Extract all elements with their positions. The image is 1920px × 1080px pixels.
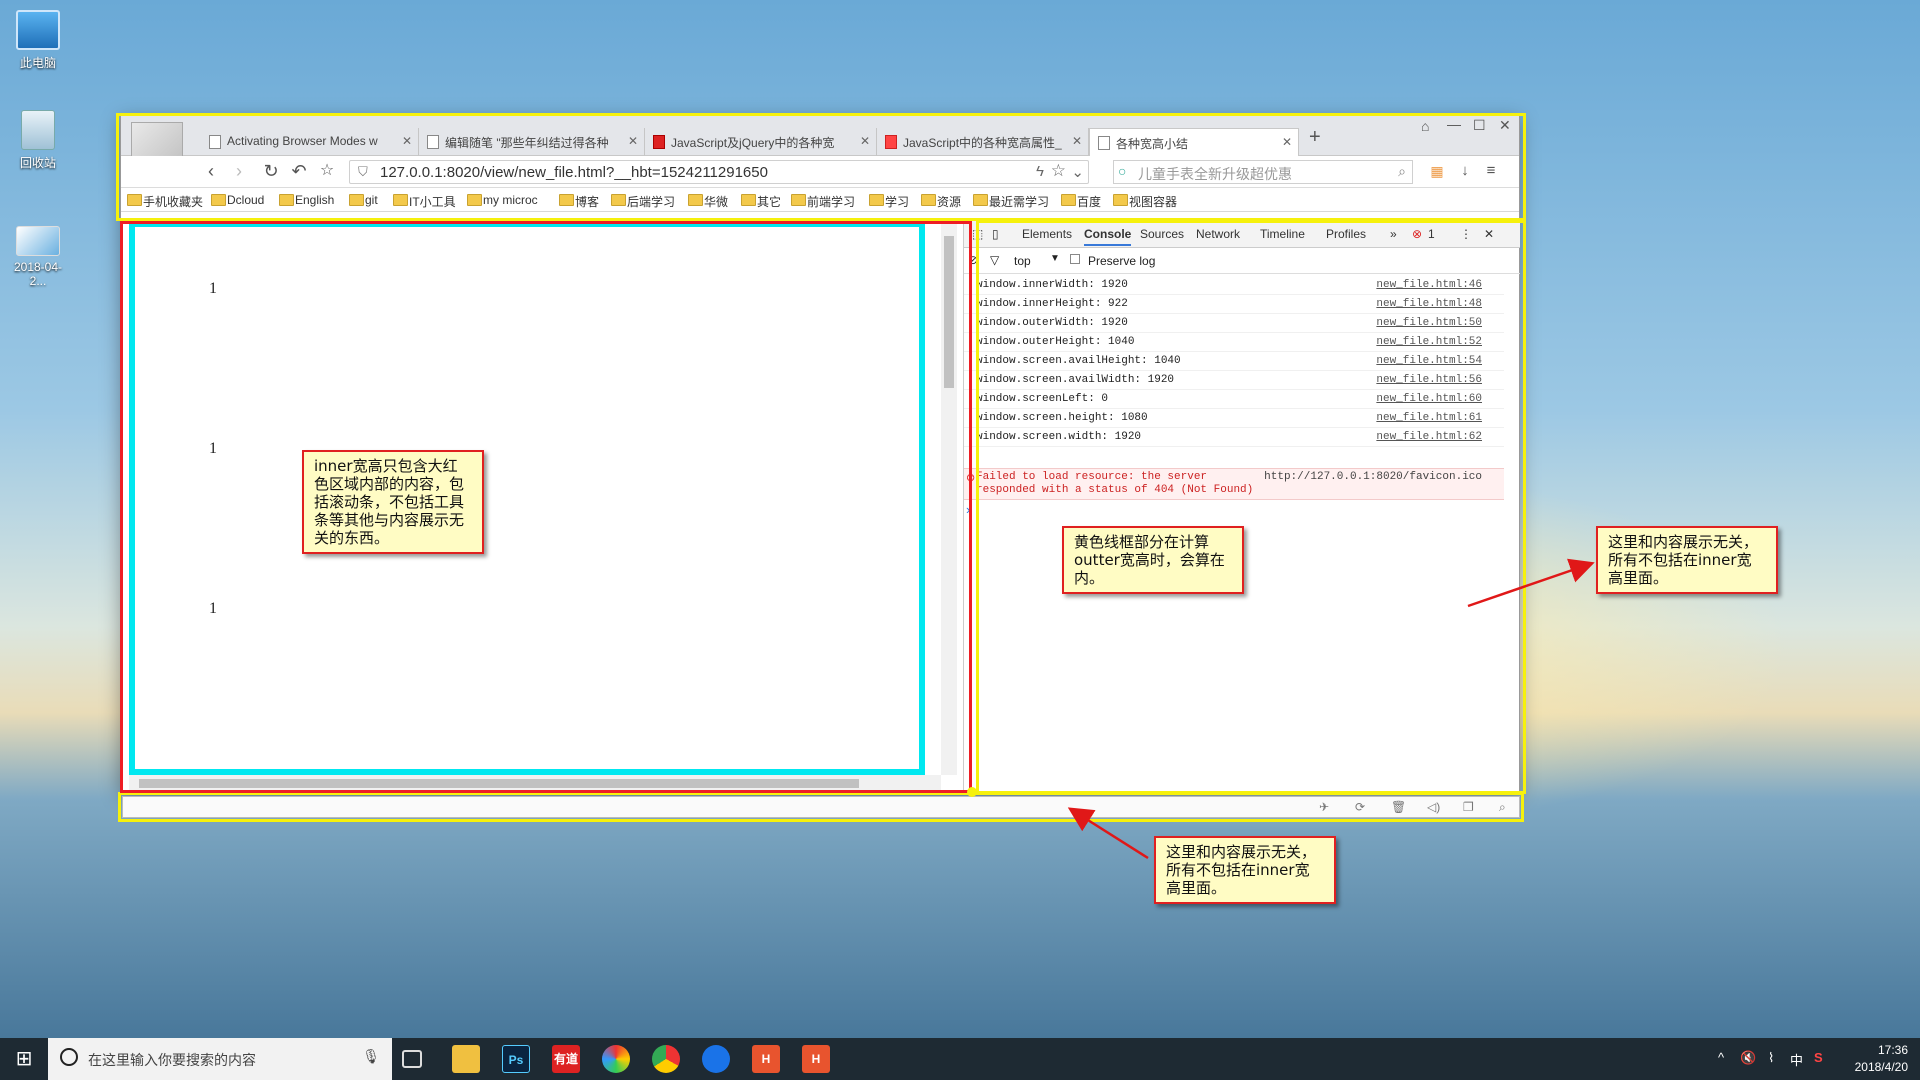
cortana-icon (60, 1048, 78, 1066)
sogou-ime-icon[interactable]: S (1814, 1050, 1823, 1065)
annotation-arrows (967, 558, 1595, 860)
clock-time: 17:36 (1877, 1043, 1908, 1057)
arrow-right (1467, 558, 1595, 608)
file-explorer-icon[interactable] (452, 1045, 480, 1073)
taskbar-search-placeholder: 在这里输入你要搜索的内容 (88, 1052, 256, 1068)
volume-mute-icon[interactable]: 🔇 (1740, 1050, 1756, 1066)
windows-start-icon[interactable]: ⊞ (0, 1038, 48, 1080)
chrome-icon[interactable] (652, 1045, 680, 1073)
browser-360-icon[interactable] (602, 1045, 630, 1073)
microphone-icon[interactable]: 🎙 (362, 1048, 380, 1065)
taskbar-search-input[interactable]: 在这里输入你要搜索的内容 🎙 (48, 1038, 392, 1080)
tray-chevron-icon[interactable]: ^ (1718, 1050, 1724, 1065)
arrow-bottom (1067, 807, 1149, 860)
taskbar: ⊞ 在这里输入你要搜索的内容 🎙 Ps 有道 H H ^ 🔇 ⌇ 中 S 17:… (0, 1038, 1920, 1080)
youdao-icon[interactable]: 有道 (552, 1045, 580, 1073)
maps-icon[interactable] (702, 1045, 730, 1073)
task-view-icon[interactable] (402, 1050, 422, 1068)
frame-corner-dot (967, 787, 977, 797)
network-icon[interactable]: ⌇ (1768, 1050, 1774, 1066)
ime-indicator[interactable]: 中 (1790, 1050, 1803, 1069)
clock-date: 2018/4/20 (1854, 1060, 1908, 1074)
hbuilder-icon[interactable]: H (752, 1045, 780, 1073)
hbuilder-icon-2[interactable]: H (802, 1045, 830, 1073)
clock[interactable]: 17:36 2018/4/20 (1855, 1042, 1908, 1076)
photoshop-icon[interactable]: Ps (502, 1045, 530, 1073)
